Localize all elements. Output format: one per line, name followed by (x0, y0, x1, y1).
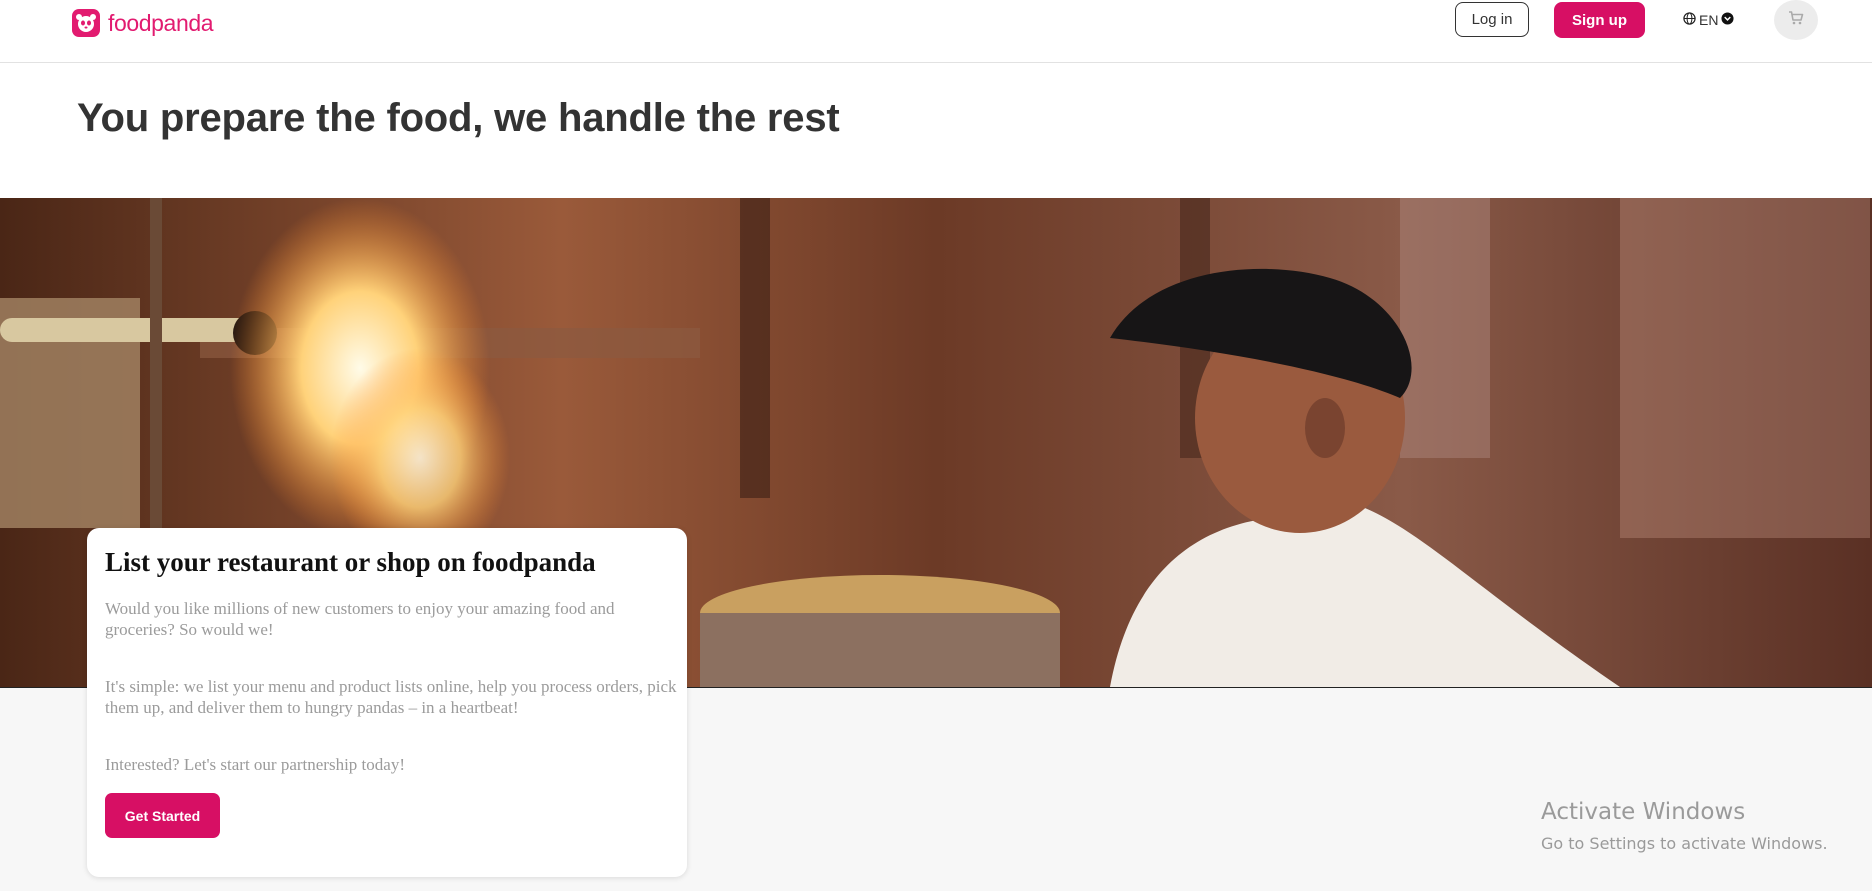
chevron-down-icon (1721, 12, 1734, 28)
activation-watermark-subtitle: Go to Settings to activate Windows. (1541, 834, 1828, 853)
card-paragraph: It's simple: we list your menu and produ… (105, 677, 677, 717)
card-paragraph: Interested? Let's start our partnership … (105, 755, 405, 774)
cart-button[interactable] (1774, 0, 1818, 40)
cart-icon (1788, 10, 1804, 30)
top-navigation-bar: foodpanda Log in Sign up EN (0, 0, 1872, 63)
partner-info-card: List your restaurant or shop on foodpand… (87, 528, 687, 877)
page-headline: You prepare the food, we handle the rest (77, 96, 840, 140)
language-selector[interactable]: EN (1683, 10, 1734, 30)
card-paragraph: Would you like millions of new customers… (105, 599, 615, 639)
activation-watermark-title: Activate Windows (1541, 799, 1746, 825)
brand-logo-link[interactable]: foodpanda (72, 8, 214, 38)
card-title: List your restaurant or shop on foodpand… (105, 547, 596, 577)
language-label: EN (1699, 12, 1719, 28)
panda-logo-icon (72, 9, 100, 37)
globe-icon (1683, 12, 1696, 28)
get-started-button[interactable]: Get Started (105, 793, 220, 838)
signup-button[interactable]: Sign up (1554, 2, 1645, 38)
brand-name: foodpanda (108, 9, 214, 36)
login-button[interactable]: Log in (1455, 2, 1529, 37)
